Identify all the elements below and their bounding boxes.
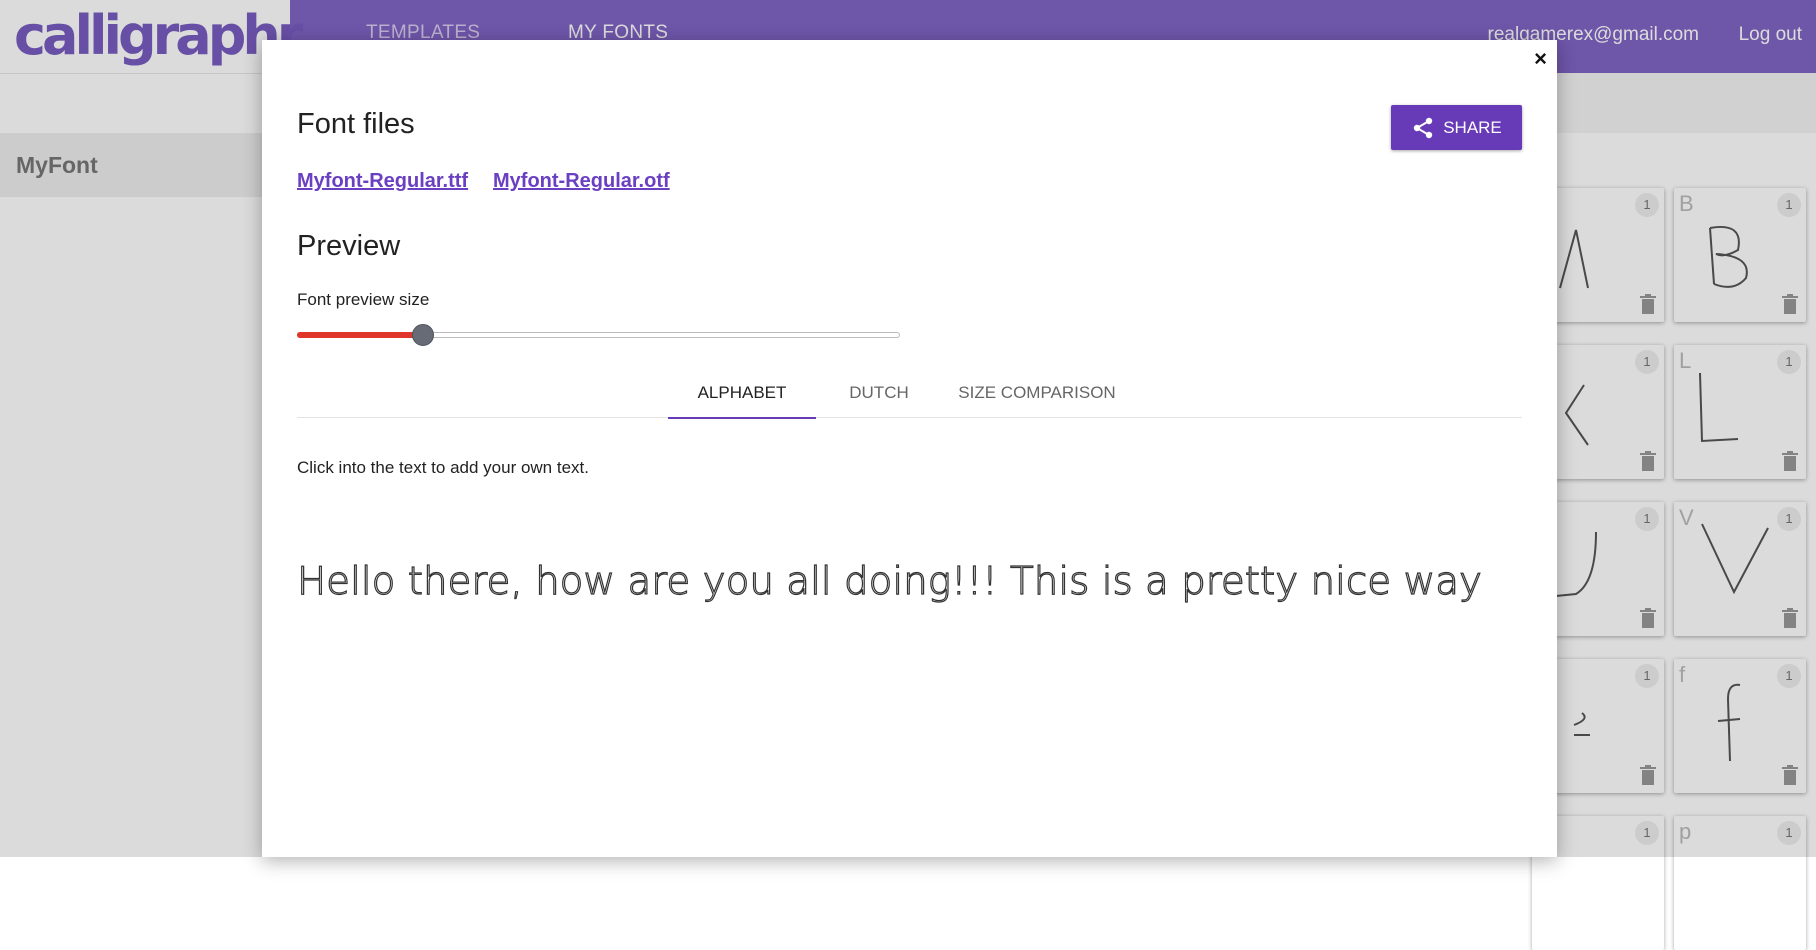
font-preview-text[interactable]: Hello there, how are you all doing!!! Th… — [296, 540, 1522, 620]
preview-heading: Preview — [297, 230, 401, 262]
font-files-heading: Font files — [297, 108, 415, 140]
font-files-modal: × Font files SHARE Myfont-Regular.ttf My… — [262, 40, 1557, 857]
share-button[interactable]: SHARE — [1391, 105, 1522, 150]
tab-size-comparison[interactable]: SIZE COMPARISON — [942, 382, 1132, 417]
share-button-label: SHARE — [1443, 117, 1502, 137]
tab-dutch[interactable]: DUTCH — [829, 382, 929, 417]
preview-hint: Click into the text to add your own text… — [297, 458, 589, 477]
close-icon[interactable]: × — [1534, 46, 1547, 72]
font-preview-size-slider[interactable] — [297, 324, 900, 346]
font-preview-rendered-text: Hello there, how are you all doing!!! Th… — [297, 559, 1482, 603]
font-preview-rendering: Hello there, how are you all doing!!! Th… — [296, 558, 1482, 603]
download-ttf-link[interactable]: Myfont-Regular.ttf — [297, 170, 468, 193]
slider-fill — [297, 332, 423, 338]
tab-alphabet[interactable]: ALPHABET — [668, 382, 816, 419]
preview-tabs: ALPHABET DUTCH SIZE COMPARISON — [297, 382, 1522, 419]
slider-thumb[interactable] — [412, 324, 434, 346]
share-icon — [1414, 117, 1433, 138]
download-otf-link[interactable]: Myfont-Regular.otf — [493, 170, 670, 193]
font-preview-size-label: Font preview size — [297, 290, 430, 309]
